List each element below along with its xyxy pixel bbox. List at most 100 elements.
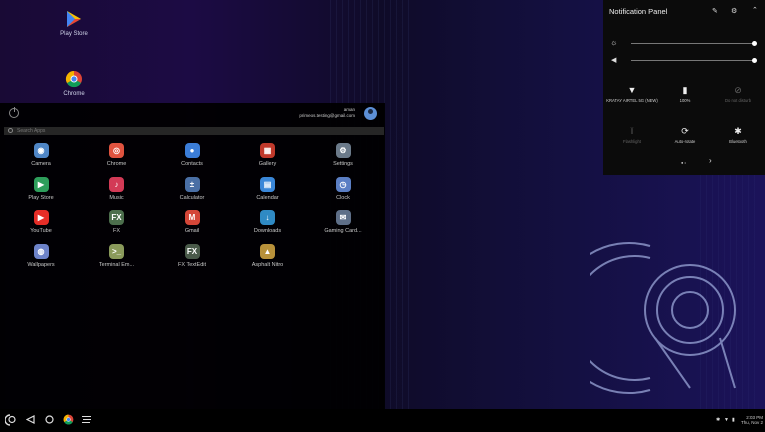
- page-indicator: ● •: [681, 160, 686, 165]
- app-settings[interactable]: ⚙ Settings: [308, 143, 378, 167]
- wifi-icon: ▼: [627, 85, 637, 95]
- desktop-icon-play-store[interactable]: Play Store: [44, 10, 104, 37]
- play-store-icon: [65, 10, 83, 28]
- drawer-header: aman primeos.testing@gmail.com: [0, 103, 385, 125]
- desktop-icon-label: Chrome: [63, 91, 85, 97]
- wifi-tray-icon[interactable]: ▼: [724, 417, 729, 423]
- app-label: Downloads: [253, 228, 282, 234]
- brightness-slider[interactable]: [631, 41, 757, 46]
- avatar[interactable]: [364, 107, 377, 120]
- clock[interactable]: 2:03 PM Thu, Nov 2: [741, 415, 763, 425]
- app-icon: FX: [109, 210, 124, 225]
- notification-panel: Notification Panel ✎ ⚙ ⌃ ☼ ◀ ▼ KRATAY AIR…: [603, 0, 765, 175]
- search-apps-input[interactable]: Search Apps: [4, 127, 384, 135]
- app-icon: ◎: [109, 143, 124, 158]
- app-icon: ▦: [260, 143, 275, 158]
- chrome-taskbar-icon[interactable]: [63, 414, 74, 428]
- quick-tile-label: KRATAY AIRTEL 5G (NEW): [606, 98, 658, 103]
- app-icon: FX: [184, 243, 200, 259]
- app-icon: ⚙: [335, 143, 351, 158]
- brightness-icon: ☼: [610, 38, 618, 47]
- brightness-slider-knob[interactable]: [752, 41, 757, 46]
- app-wallpapers[interactable]: ◍ Wallpapers: [6, 243, 76, 268]
- app-music[interactable]: ♪ Music: [82, 176, 152, 201]
- panel-title: Notification Panel: [609, 7, 668, 16]
- dnd-icon: ⊘: [734, 85, 742, 95]
- bluetooth-tray-icon[interactable]: ✱: [716, 417, 720, 423]
- app-icon: ◉: [33, 143, 49, 158]
- app-label: Music: [109, 194, 124, 201]
- desktop-icon-chrome[interactable]: Chrome: [44, 70, 104, 97]
- app-icon: >_: [109, 243, 124, 259]
- app-icon: ♪: [109, 176, 124, 192]
- app-icon: ◷: [335, 176, 351, 192]
- primeos-logo-icon: [553, 238, 760, 403]
- app-label: Calculator: [179, 194, 205, 201]
- power-icon[interactable]: [9, 107, 19, 118]
- quick-tile-flashlight[interactable]: ǐ Flashlight: [606, 125, 658, 144]
- back-icon[interactable]: [25, 415, 35, 427]
- quick-tile-battery[interactable]: ▮ 100%: [659, 84, 711, 103]
- app-play-store[interactable]: ▶ Play Store: [6, 176, 76, 201]
- app-camera[interactable]: ◉ Camera: [6, 143, 76, 167]
- app-label: Play Store: [28, 194, 54, 201]
- app-icon: ▶: [33, 176, 49, 192]
- quick-tile-wifi[interactable]: ▼ KRATAY AIRTEL 5G (NEW): [606, 84, 658, 103]
- app-icon: ▲: [260, 243, 275, 259]
- app-contacts[interactable]: ● Contacts: [157, 143, 227, 167]
- search-placeholder: Search Apps: [17, 128, 46, 134]
- app-fx[interactable]: FX FX: [82, 210, 152, 234]
- user-info: aman primeos.testing@gmail.com: [299, 107, 355, 119]
- app-chrome[interactable]: ◎ Chrome: [82, 143, 152, 167]
- app-downloads[interactable]: ↓ Downloads: [233, 210, 303, 234]
- app-label: FX TextEdit: [177, 261, 207, 268]
- app-label: FX: [112, 228, 121, 234]
- app-label: Settings: [333, 161, 353, 167]
- quick-tile-label: Auto-rotate: [674, 139, 696, 144]
- volume-slider[interactable]: [631, 58, 757, 63]
- app-fx-textedit[interactable]: FX FX TextEdit: [157, 243, 227, 268]
- date-text: Thu, Nov 2: [740, 420, 763, 425]
- volume-slider-knob[interactable]: [752, 58, 757, 63]
- app-icon: M: [184, 210, 200, 225]
- app-calendar[interactable]: ▤ Calendar: [233, 176, 303, 201]
- app-gmail[interactable]: M Gmail: [157, 210, 227, 234]
- app-icon: ±: [184, 176, 200, 192]
- quick-tile-label: Do not disturb: [724, 98, 752, 103]
- bluetooth-icon: ✱: [734, 126, 742, 136]
- launcher-logo-icon[interactable]: [4, 414, 17, 429]
- app-label: Wallpapers: [27, 261, 55, 268]
- app-label: Terminal Em...: [98, 261, 135, 268]
- app-drawer: aman primeos.testing@gmail.com Search Ap…: [0, 103, 385, 409]
- app-clock[interactable]: ◷ Clock: [308, 176, 378, 201]
- search-icon: [8, 128, 13, 134]
- battery-icon: ▮: [682, 85, 688, 95]
- app-label: Asphalt Nitro: [251, 261, 284, 268]
- gear-icon[interactable]: ⚙: [731, 7, 737, 15]
- app-icon: ↓: [260, 210, 275, 225]
- app-gallery[interactable]: ▦ Gallery: [233, 143, 303, 167]
- notifications-list-icon[interactable]: [81, 415, 92, 427]
- app-label: Clock: [336, 194, 350, 201]
- volume-icon: ◀: [611, 57, 617, 64]
- chevron-right-icon[interactable]: ›: [709, 156, 712, 165]
- app-terminal-em[interactable]: >_ Terminal Em...: [82, 243, 152, 268]
- home-icon[interactable]: [45, 415, 54, 427]
- desktop-icon-label: Play Store: [60, 31, 88, 37]
- app-youtube[interactable]: ▶ YouTube: [6, 210, 76, 234]
- app-gaming-card[interactable]: ✉ Gaming Card...: [308, 210, 378, 234]
- quick-tile-bluetooth[interactable]: ✱ Bluetooth: [712, 125, 764, 144]
- battery-tray-icon[interactable]: ▮: [732, 417, 735, 423]
- app-icon: ▤: [260, 176, 275, 192]
- app-calculator[interactable]: ± Calculator: [157, 176, 227, 201]
- rotate-icon: ⟳: [681, 126, 689, 136]
- chevron-up-icon[interactable]: ⌃: [752, 6, 758, 14]
- app-asphalt-nitro[interactable]: ▲ Asphalt Nitro: [233, 243, 303, 268]
- app-icon: ●: [184, 143, 200, 158]
- app-label: Gaming Card...: [324, 228, 362, 234]
- app-label: Chrome: [106, 161, 127, 167]
- quick-tile-dnd[interactable]: ⊘ Do not disturb: [712, 84, 764, 103]
- quick-tile-label: Bluetooth: [729, 139, 747, 144]
- pencil-icon[interactable]: ✎: [712, 7, 718, 15]
- quick-tile-rotate[interactable]: ⟳ Auto-rotate: [659, 125, 711, 144]
